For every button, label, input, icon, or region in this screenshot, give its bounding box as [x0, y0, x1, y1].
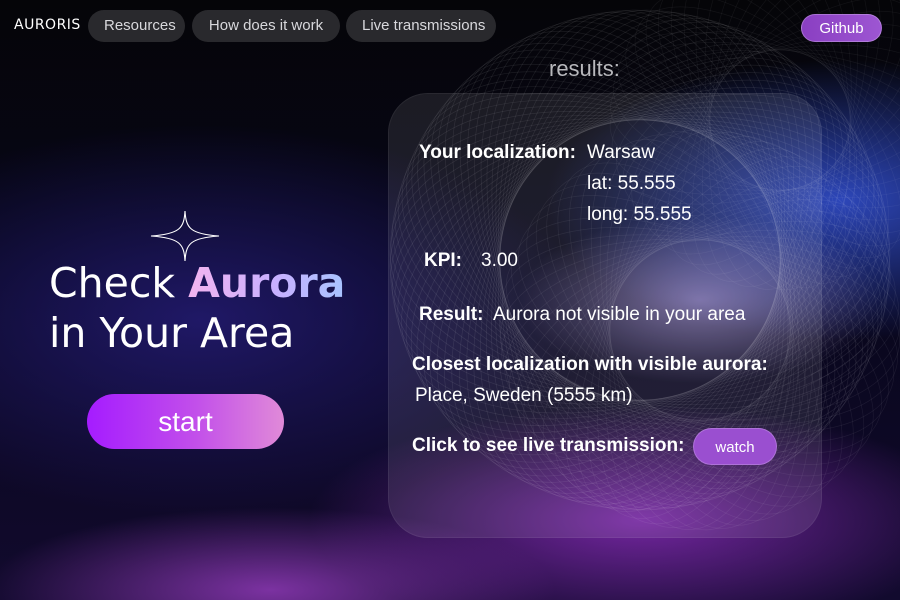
results-heading: results: — [549, 56, 620, 81]
sparkle-icon — [150, 210, 220, 262]
closest-localization-value: Place, Sweden (5555 km) — [415, 385, 633, 406]
hero-title: Check Aurora in Your Area — [49, 258, 345, 358]
hero-title-line2: in Your Area — [49, 309, 295, 357]
localization-label: Your localization: — [419, 142, 576, 163]
live-transmission-label: Click to see live transmission: — [412, 435, 685, 456]
page-background: AURORIS Resources How does it work Live … — [0, 0, 900, 600]
kpi-value: 3.00 — [481, 250, 518, 271]
github-button[interactable]: Github — [801, 14, 882, 42]
watch-button[interactable]: watch — [693, 428, 777, 465]
start-button[interactable]: start — [87, 394, 284, 449]
nav-how-it-works[interactable]: How does it work — [192, 10, 340, 42]
hero-title-line1: Check Aurora — [49, 258, 345, 308]
result-value: Aurora not visible in your area — [493, 304, 746, 325]
closest-localization-label: Closest localization with visible aurora… — [412, 354, 768, 375]
localization-latitude: lat: 55.555 — [587, 173, 676, 194]
brand-logo[interactable]: AURORIS — [14, 17, 81, 33]
kpi-label: KPI: — [424, 250, 462, 271]
result-label: Result: — [419, 304, 484, 325]
nav-live-transmissions[interactable]: Live transmissions — [346, 10, 496, 42]
hero-title-accent: Aurora — [188, 259, 346, 307]
hero-title-prefix: Check — [49, 259, 189, 307]
nav-resources[interactable]: Resources — [88, 10, 185, 42]
localization-longitude: long: 55.555 — [587, 204, 692, 225]
localization-city: Warsaw — [587, 142, 655, 163]
